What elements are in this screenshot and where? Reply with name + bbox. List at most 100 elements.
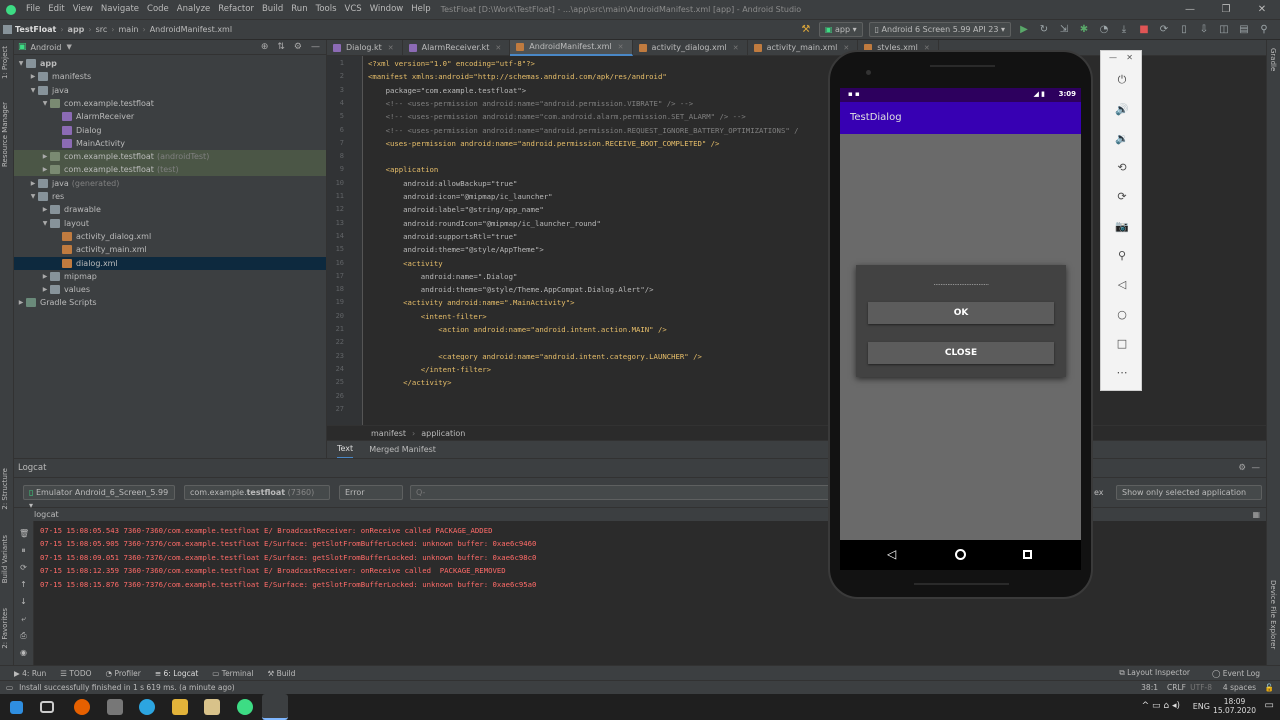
up-icon[interactable]: ↑ [19, 580, 28, 589]
close-tab-icon[interactable]: ✕ [733, 44, 739, 52]
crumb-manifest[interactable]: manifest [371, 429, 406, 438]
stripe-resource-manager[interactable]: Resource Manager [1, 102, 9, 167]
close-tab-icon[interactable]: ✕ [495, 44, 501, 52]
tree-item[interactable]: ▶ java (generated) [14, 177, 326, 190]
editor-tab[interactable]: activity_dialog.xml ✕ [633, 39, 748, 56]
lock-icon[interactable]: 🔓 [1265, 681, 1274, 694]
volume-down-icon[interactable]: 🔉 [1113, 130, 1131, 148]
chevron-right-icon[interactable]: ▶ [40, 270, 50, 283]
close-tab-icon[interactable]: ✕ [388, 44, 394, 52]
gear-icon[interactable]: ⚙ [1238, 459, 1246, 477]
apply-code-icon[interactable]: ⇲ [1057, 23, 1071, 37]
menu-refactor[interactable]: Refactor [214, 0, 258, 19]
pause-icon[interactable]: ⏸ [19, 546, 28, 556]
restart-icon[interactable]: ⟳ [19, 563, 28, 572]
stripe-project[interactable]: 1: Project [1, 46, 9, 79]
volume-up-icon[interactable]: 🔊 [1113, 101, 1131, 119]
tree-item[interactable]: ▼ res [14, 190, 326, 203]
tree-item[interactable]: activity_dialog.xml [14, 230, 326, 243]
stripe-gradle[interactable]: Gradle [1269, 48, 1277, 71]
emulator-taskbar-icon[interactable] [262, 694, 288, 720]
attach-debugger-icon[interactable]: ⤓ [1117, 23, 1131, 37]
app-icon[interactable] [107, 699, 123, 715]
log-line[interactable]: 07-15 15:08:15.876 7360-7376/com.example… [40, 578, 536, 591]
menu-file[interactable]: File [22, 0, 44, 19]
menu-navigate[interactable]: Navigate [97, 0, 143, 19]
tool-build[interactable]: ⚒ Build [267, 669, 295, 678]
chevron-right-icon[interactable]: ▶ [40, 203, 50, 216]
menu-build[interactable]: Build [258, 0, 287, 19]
line-separator[interactable]: CRLF [1167, 681, 1186, 694]
tree-item[interactable]: ▼ layout [14, 217, 326, 230]
log-line[interactable]: 07-15 15:08:12.359 7360-7360/com.example… [40, 564, 506, 577]
crumb-module[interactable]: app [68, 25, 85, 34]
stop-icon[interactable]: ■ [1137, 23, 1151, 37]
file-encoding[interactable]: UTF-8 [1190, 681, 1212, 694]
sync-icon[interactable]: ⟳ [1157, 23, 1171, 37]
screen-capture-icon[interactable]: ◉ [19, 648, 28, 657]
firefox-icon[interactable] [74, 699, 90, 715]
tree-item[interactable]: MainActivity [14, 137, 326, 150]
menu-window[interactable]: Window [366, 0, 408, 19]
tree-item[interactable]: activity_main.xml [14, 243, 326, 256]
apply-changes-icon[interactable]: ↻ [1037, 23, 1051, 37]
crumb-project[interactable]: TestFloat [15, 25, 56, 34]
hide-icon[interactable]: — [311, 42, 320, 52]
regex-label[interactable]: ex [1094, 488, 1104, 497]
clock[interactable]: 18:09 15.07.2020 [1213, 697, 1256, 715]
chevron-right-icon[interactable]: ▶ [16, 296, 26, 309]
log-level-selector[interactable]: Error [339, 485, 403, 500]
hide-icon[interactable]: — [1252, 459, 1261, 477]
media-icon[interactable] [204, 699, 220, 715]
search-input[interactable]: Q- [410, 485, 830, 500]
chevron-right-icon[interactable]: ▶ [28, 70, 38, 83]
editor-tab[interactable]: activity_main.xml ✕ [748, 39, 859, 56]
screenshot-icon[interactable]: 📷 [1113, 218, 1131, 236]
caret-position[interactable]: 38:1 [1141, 681, 1158, 694]
sdk-manager-icon[interactable]: ⇩ [1197, 23, 1211, 37]
stripe-favorites[interactable]: 2: Favorites [1, 608, 9, 649]
down-icon[interactable]: ↓ [19, 597, 28, 606]
menu-tools[interactable]: Tools [312, 0, 341, 19]
tab-text[interactable]: Text [337, 440, 354, 459]
crumb-application[interactable]: application [421, 429, 465, 438]
print-icon[interactable]: ⎙ [19, 631, 28, 641]
tool-profiler[interactable]: ◔ Profiler [106, 669, 141, 678]
explorer-icon[interactable] [172, 699, 188, 715]
phone-screen[interactable]: ▪ ▪ ◢ ▮ 3:09 TestDialog ................… [840, 88, 1081, 540]
log-line[interactable]: 07-15 15:08:05.543 7360-7360/com.example… [40, 524, 493, 537]
tree-item[interactable]: AlarmReceiver [14, 110, 326, 123]
tab-merged-manifest[interactable]: Merged Manifest [369, 441, 436, 458]
editor-tab[interactable]: AndroidManifest.xml ✕ [510, 39, 633, 56]
zoom-icon[interactable]: ⚲ [1113, 247, 1131, 265]
tool-todo[interactable]: ☰ TODO [60, 669, 91, 678]
device-combo[interactable]: ▯ Android 6 Screen 5.99 API 23 ▾ [868, 22, 1011, 37]
wrap-icon[interactable]: ⤶ [19, 614, 28, 624]
tree-item[interactable]: ▶ com.example.testfloat (androidTest) [14, 150, 326, 164]
power-icon[interactable]: ⏻ [1113, 71, 1131, 89]
menu-vcs[interactable]: VCS [341, 0, 366, 19]
chevron-down-icon[interactable]: ▼ [28, 190, 38, 203]
menu-edit[interactable]: Edit [44, 0, 68, 19]
debug-icon[interactable]: ✱ [1077, 23, 1091, 37]
stripe-build-variants[interactable]: Build Variants [1, 535, 9, 583]
menu-run[interactable]: Run [287, 0, 311, 19]
close-button[interactable]: ✕ [1244, 0, 1280, 19]
overview-icon[interactable]: □ [1113, 335, 1131, 353]
avd-manager-icon[interactable]: ▯ [1177, 23, 1191, 37]
tool-terminal[interactable]: ▭ Terminal [212, 669, 253, 678]
stripe-structure[interactable]: 2: Structure [1, 468, 9, 510]
tree-item[interactable]: dialog.xml [14, 256, 326, 270]
event-log-button[interactable]: ◯ Event Log [1212, 669, 1260, 678]
project-view-selector[interactable]: Android [31, 43, 62, 52]
chevron-down-icon[interactable]: ▼ [16, 57, 26, 70]
chevron-down-icon[interactable]: ▼ [28, 84, 38, 97]
chevron-down-icon[interactable]: ▼ [40, 97, 50, 110]
layout-inspector-icon[interactable]: ◫ [1217, 23, 1231, 37]
hammer-icon[interactable]: ⚒ [799, 23, 813, 37]
tool-logcat[interactable]: ≡ 6: Logcat [155, 669, 198, 678]
crumb-src[interactable]: src [96, 25, 108, 34]
rotate-left-icon[interactable]: ⟲ [1113, 159, 1131, 177]
run-icon[interactable]: ▶ [1017, 23, 1031, 37]
layout-inspector-button[interactable]: ⧉ Layout Inspector [1119, 668, 1190, 678]
